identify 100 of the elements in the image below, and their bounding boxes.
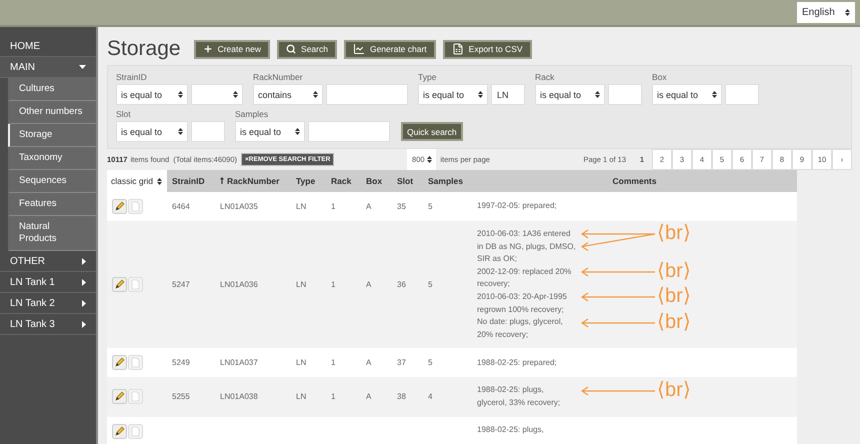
annotation-label: ⟨br⟩ <box>657 260 691 282</box>
value-field[interactable] <box>326 84 408 105</box>
filter-label: Slot <box>116 109 132 119</box>
operator-select[interactable]: is equal to <box>535 84 605 105</box>
table-cell: 5 <box>428 202 432 211</box>
annotation-label: ⟨br⟩ <box>657 310 691 332</box>
sidebar-subitem[interactable]: Other numbers <box>8 101 96 124</box>
sidebar-subitem[interactable]: Taxonomy <box>8 147 96 170</box>
value-field[interactable] <box>308 121 390 142</box>
column-header[interactable]: Comments <box>472 170 797 192</box>
sidebar-item[interactable]: LN Tank 2 <box>0 293 96 314</box>
value-field[interactable] <box>725 84 759 105</box>
table-cell: 5249 <box>172 358 190 368</box>
annotation-label: ⟨br⟩ <box>657 378 691 401</box>
column-header[interactable]: Type <box>291 170 326 192</box>
operator-select[interactable]: contains <box>253 84 323 105</box>
sidebar-subitem[interactable]: Storage <box>8 124 96 147</box>
filter-label: RackNumber <box>253 72 304 82</box>
operator-select[interactable]: is equal to <box>235 121 305 142</box>
column-header[interactable]: Slot <box>392 170 423 192</box>
table-cell: 5255 <box>172 392 190 402</box>
comment-text: 1988-02-25: plugs, glycerol, 33% recovery; <box>477 384 560 409</box>
table-cell: LN01A035 <box>220 202 258 211</box>
column-header[interactable]: StrainID <box>167 170 215 192</box>
table-cell: LN01A036 <box>220 280 258 290</box>
comment-text: 2010-06-03: 1A36 entered in DB as NG, plugs, DMSO, SIR as OK; 2002-12-09: replaced 20% recovery; 2010-06-03: 20-Apr-1995 regrown 100% recovery; No date: plugs, glycerol, 20% recovery; <box>477 228 576 341</box>
operator-select[interactable]: is equal to <box>418 84 488 105</box>
sort-arrows-icon <box>178 128 183 135</box>
table-cell: LN <box>296 280 306 290</box>
table-cell: 1 <box>331 358 336 368</box>
filter-label: Type <box>418 72 438 82</box>
table-cell: 5247 <box>172 280 190 290</box>
line-chart-icon <box>352 43 365 55</box>
caret-right-icon <box>82 278 86 286</box>
table-cell: 36 <box>397 280 406 290</box>
language-select[interactable]: English <box>797 2 855 23</box>
value-field[interactable] <box>608 84 642 105</box>
sort-arrows-icon <box>845 9 850 16</box>
caret-right-icon <box>82 300 86 306</box>
table-cell: 38 <box>397 392 406 402</box>
sort-arrows-icon <box>712 91 717 98</box>
caret-right-icon <box>82 320 86 328</box>
toolbar-button[interactable]: Generate chart <box>344 40 436 58</box>
caret-right-icon <box>82 258 86 264</box>
annotation-label: ⟨br⟩ <box>657 222 691 244</box>
sidebar-item[interactable]: MAIN <box>0 57 96 78</box>
toolbar-button[interactable]: Export to CSV <box>442 40 532 58</box>
edit-icon[interactable] <box>112 424 127 439</box>
sidebar-subitem[interactable]: Natural Products <box>8 216 96 251</box>
sidebar-item[interactable]: OTHER <box>0 251 96 272</box>
column-header[interactable]: RackNumber <box>215 170 291 192</box>
sidebar-subitem[interactable]: Features <box>8 193 96 216</box>
filter-label: Box <box>652 72 668 82</box>
value-select[interactable] <box>191 84 243 105</box>
sort-arrows-icon <box>595 91 600 98</box>
table-cell: 1 <box>331 202 336 211</box>
table-cell: 1 <box>331 392 336 402</box>
operator-select[interactable]: is equal to <box>116 121 188 142</box>
sidebar-item[interactable]: LN Tank 1 <box>0 272 96 293</box>
annotation-label: ⟨br⟩ <box>657 285 691 308</box>
edit-icon[interactable] <box>112 389 127 404</box>
edit-icon[interactable] <box>112 199 127 214</box>
table-cell: 5 <box>428 358 432 368</box>
table-cell: LN <box>296 358 306 368</box>
value-field[interactable] <box>191 121 225 142</box>
sort-arrows-icon <box>233 91 238 98</box>
table-cell: 5 <box>428 280 432 290</box>
sort-arrows-icon <box>178 91 183 98</box>
toolbar-button[interactable]: Create new <box>194 40 270 58</box>
table-cell: 4 <box>428 392 432 402</box>
filter-label: StrainID <box>116 72 148 82</box>
table-cell: 1 <box>331 280 336 290</box>
quick-search-button[interactable]: Quick search <box>401 122 463 141</box>
column-header[interactable]: Samples <box>423 170 472 192</box>
sort-arrows-icon <box>426 156 432 163</box>
toolbar-button[interactable]: Search <box>277 40 337 58</box>
sort-arrows-icon <box>157 178 162 184</box>
sidebar-subitem[interactable]: Cultures <box>8 78 96 101</box>
sidebar-subitem[interactable]: Sequences <box>8 170 96 193</box>
column-header[interactable]: Rack <box>326 170 361 192</box>
value-field[interactable]: LN <box>491 84 525 105</box>
column-header[interactable]: Box <box>361 170 392 192</box>
edit-icon[interactable] <box>112 277 127 292</box>
sort-arrows-icon <box>478 91 483 98</box>
table-cell: 37 <box>397 358 406 368</box>
table-cell: 6464 <box>172 202 190 211</box>
table-cell: A <box>366 202 372 211</box>
plus-icon <box>202 44 213 54</box>
sort-up-icon <box>220 177 224 184</box>
sort-arrows-icon <box>313 91 318 98</box>
search-icon <box>286 44 296 54</box>
operator-select[interactable]: is equal to <box>652 84 722 105</box>
edit-icon[interactable] <box>112 355 127 370</box>
filter-label: Rack <box>535 72 556 82</box>
filter-label: Samples <box>235 109 270 119</box>
comment-text: 1988-02-25: plugs, <box>477 424 544 436</box>
table-cell: LN01A038 <box>220 392 258 402</box>
operator-select[interactable]: is equal to <box>116 84 188 105</box>
view-select[interactable]: classic grid <box>107 170 167 192</box>
sidebar-item[interactable]: LN Tank 3 <box>0 314 96 335</box>
